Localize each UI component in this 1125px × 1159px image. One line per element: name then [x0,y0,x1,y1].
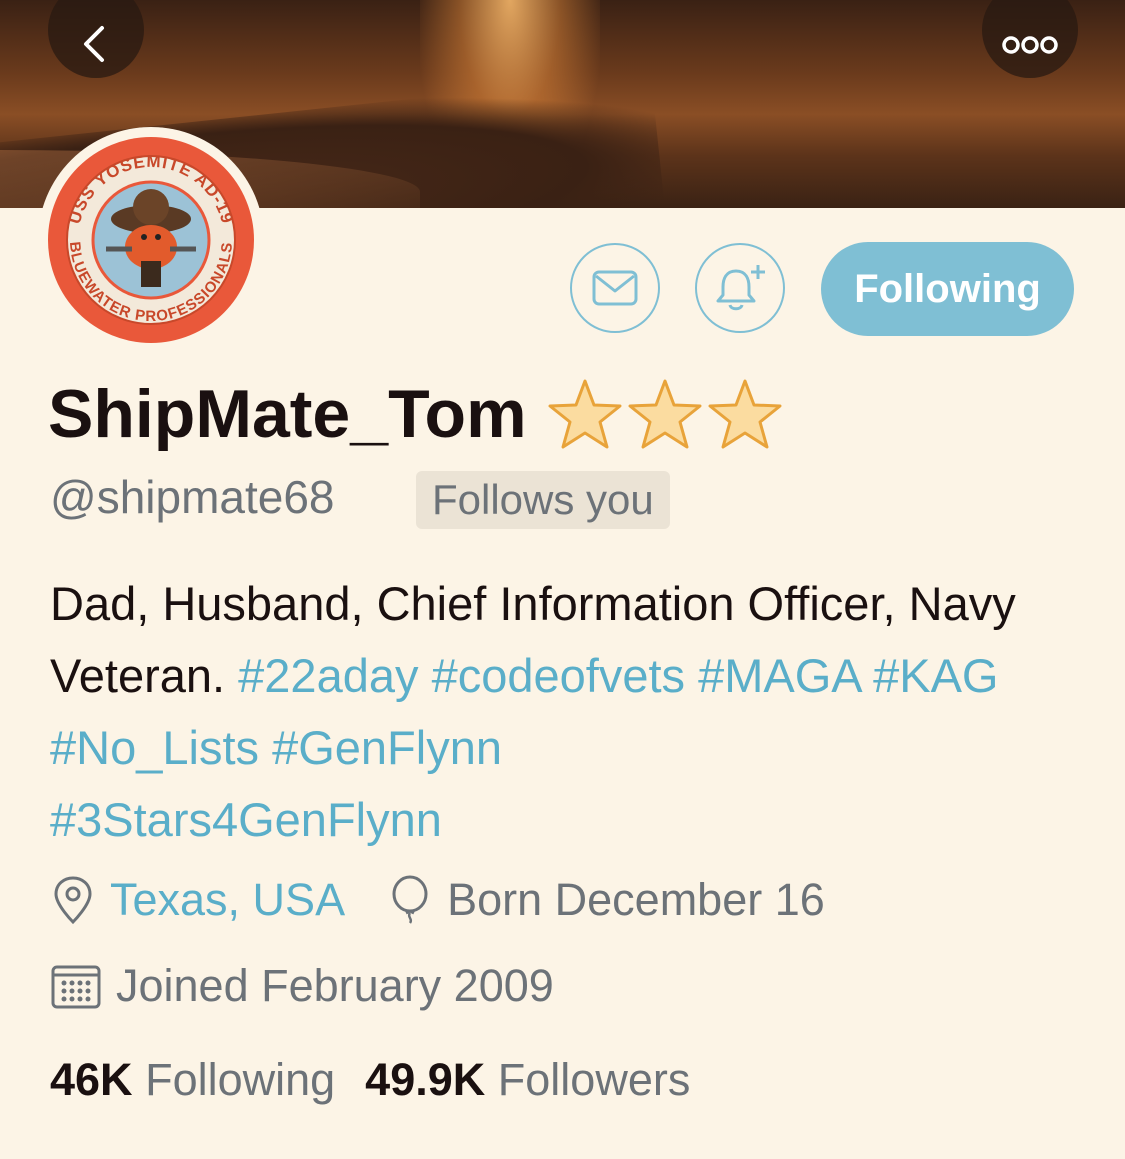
following-stat[interactable]: 46K Following [50,1054,335,1106]
more-dots-icon [1002,36,1058,54]
avatar-emblem: USS YOSEMITE AD-19 BLUEWATER PROFESSIONA… [48,137,254,343]
display-name-text: ShipMate_Tom [48,376,527,452]
following-button[interactable]: Following [821,242,1074,336]
message-button[interactable] [570,243,660,333]
hashtag-link[interactable]: #No_Lists [50,721,259,774]
joined-text: Joined February 2009 [116,960,554,1011]
hashtag-link[interactable]: #MAGA [698,649,860,702]
notifications-button[interactable] [695,243,785,333]
star-icon [708,379,782,449]
star-icon [548,379,622,449]
location-pin-icon [50,875,96,925]
profile-joined-row: Joined February 2009 [50,960,554,1012]
following-label: Following [145,1054,336,1105]
username-handle: @shipmate68 [50,471,335,523]
bell-plus-icon [716,265,765,311]
hashtag-link[interactable]: #KAG [873,649,998,702]
followers-count: 49.9K [365,1054,486,1105]
hashtag-link[interactable]: #3Stars4GenFlynn [50,793,442,846]
birthday-text: Born December 16 [447,874,825,925]
followers-label: Followers [497,1054,691,1105]
display-name: ShipMate_Tom [48,375,783,453]
location-link[interactable]: Texas, USA [110,874,345,926]
envelope-icon [592,270,638,306]
profile-bio: Dad, Husband, Chief Information Officer,… [50,568,1090,856]
star-icon [628,379,702,449]
calendar-icon [50,962,102,1010]
follow-stats: 46K Following 49.9K Followers [50,1054,690,1106]
follows-you-badge: Follows you [416,471,670,529]
star-badges [547,378,783,450]
avatar[interactable]: USS YOSEMITE AD-19 BLUEWATER PROFESSIONA… [38,127,264,353]
hashtag-link[interactable]: #GenFlynn [272,721,502,774]
hashtag-link[interactable]: #22aday [238,649,418,702]
followers-stat[interactable]: 49.9K Followers [365,1054,690,1106]
following-count: 46K [50,1054,133,1105]
profile-meta-row: Texas, USA Born December 16 [50,874,825,926]
uss-yosemite-emblem: USS YOSEMITE AD-19 BLUEWATER PROFESSIONA… [51,140,251,340]
chevron-left-icon [84,26,104,62]
balloon-icon [387,875,433,925]
hashtag-link[interactable]: #codeofvets [432,649,685,702]
